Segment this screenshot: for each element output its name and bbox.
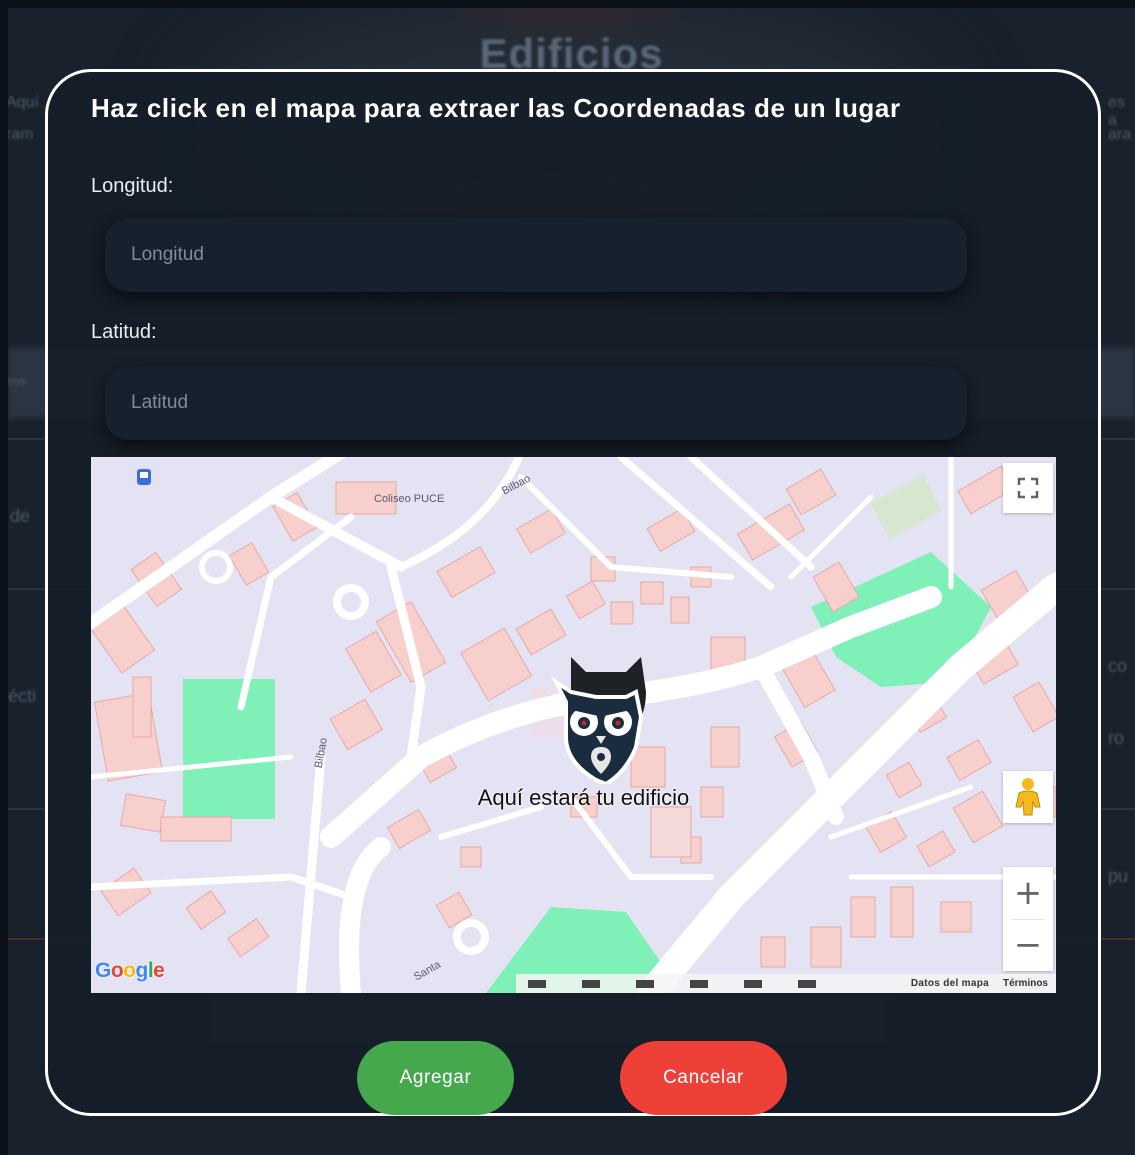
map-canvas[interactable]: Coliseo PUCE Bilbao Bilbao Santa Aquí es… [91, 457, 1056, 993]
scale-dash [582, 979, 600, 988]
owl-marker-icon [546, 652, 676, 787]
zoom-controls: + − [1003, 867, 1053, 971]
marker-text: Aquí estará tu edificio [477, 785, 690, 810]
map-attribution: Datos del mapa Términos [516, 974, 1056, 993]
left-snippet-2: ram [8, 126, 34, 143]
coordinates-modal: Haz click en el mapa para extraer las Co… [45, 69, 1101, 1116]
fullscreen-button[interactable] [1003, 463, 1053, 513]
map-data-link[interactable]: Datos del mapa [911, 978, 989, 989]
left-snippet-1: Aquí [8, 94, 39, 111]
place-label-coliseo: Coliseo PUCE [374, 493, 445, 505]
terms-link[interactable]: Términos [1003, 978, 1048, 989]
street-view-pegman[interactable] [1003, 771, 1053, 823]
zoom-out-button[interactable]: − [1003, 919, 1053, 971]
left-snippet-3: tros [8, 374, 27, 388]
scale-dash [690, 979, 708, 988]
add-button[interactable]: Agregar [357, 1041, 514, 1115]
right-snippet-2: ara [1108, 126, 1132, 143]
right-snippet-3: co [1108, 656, 1128, 676]
left-snippet-4: de [10, 506, 31, 526]
scale-dash [528, 979, 546, 988]
latitude-input[interactable] [105, 366, 967, 440]
scale-dash [744, 979, 762, 988]
google-logo: Google [95, 959, 165, 982]
longitude-label: Longitud: [91, 175, 174, 197]
right-snippet-1: es a [1108, 94, 1125, 129]
scale-dash [798, 979, 816, 988]
cancel-button[interactable]: Cancelar [620, 1041, 787, 1115]
latitude-label: Latitud: [91, 321, 157, 343]
fullscreen-icon [1017, 477, 1039, 499]
scale-dash [636, 979, 654, 988]
pegman-icon [1015, 778, 1041, 816]
modal-title: Haz click en el mapa para extraer las Co… [91, 93, 901, 123]
right-snippet-4: ro [1108, 728, 1125, 748]
longitude-input[interactable] [105, 218, 967, 292]
right-snippet-5: pu [1108, 866, 1129, 886]
left-snippet-5: écti [8, 686, 37, 706]
zoom-in-button[interactable]: + [1003, 867, 1053, 919]
